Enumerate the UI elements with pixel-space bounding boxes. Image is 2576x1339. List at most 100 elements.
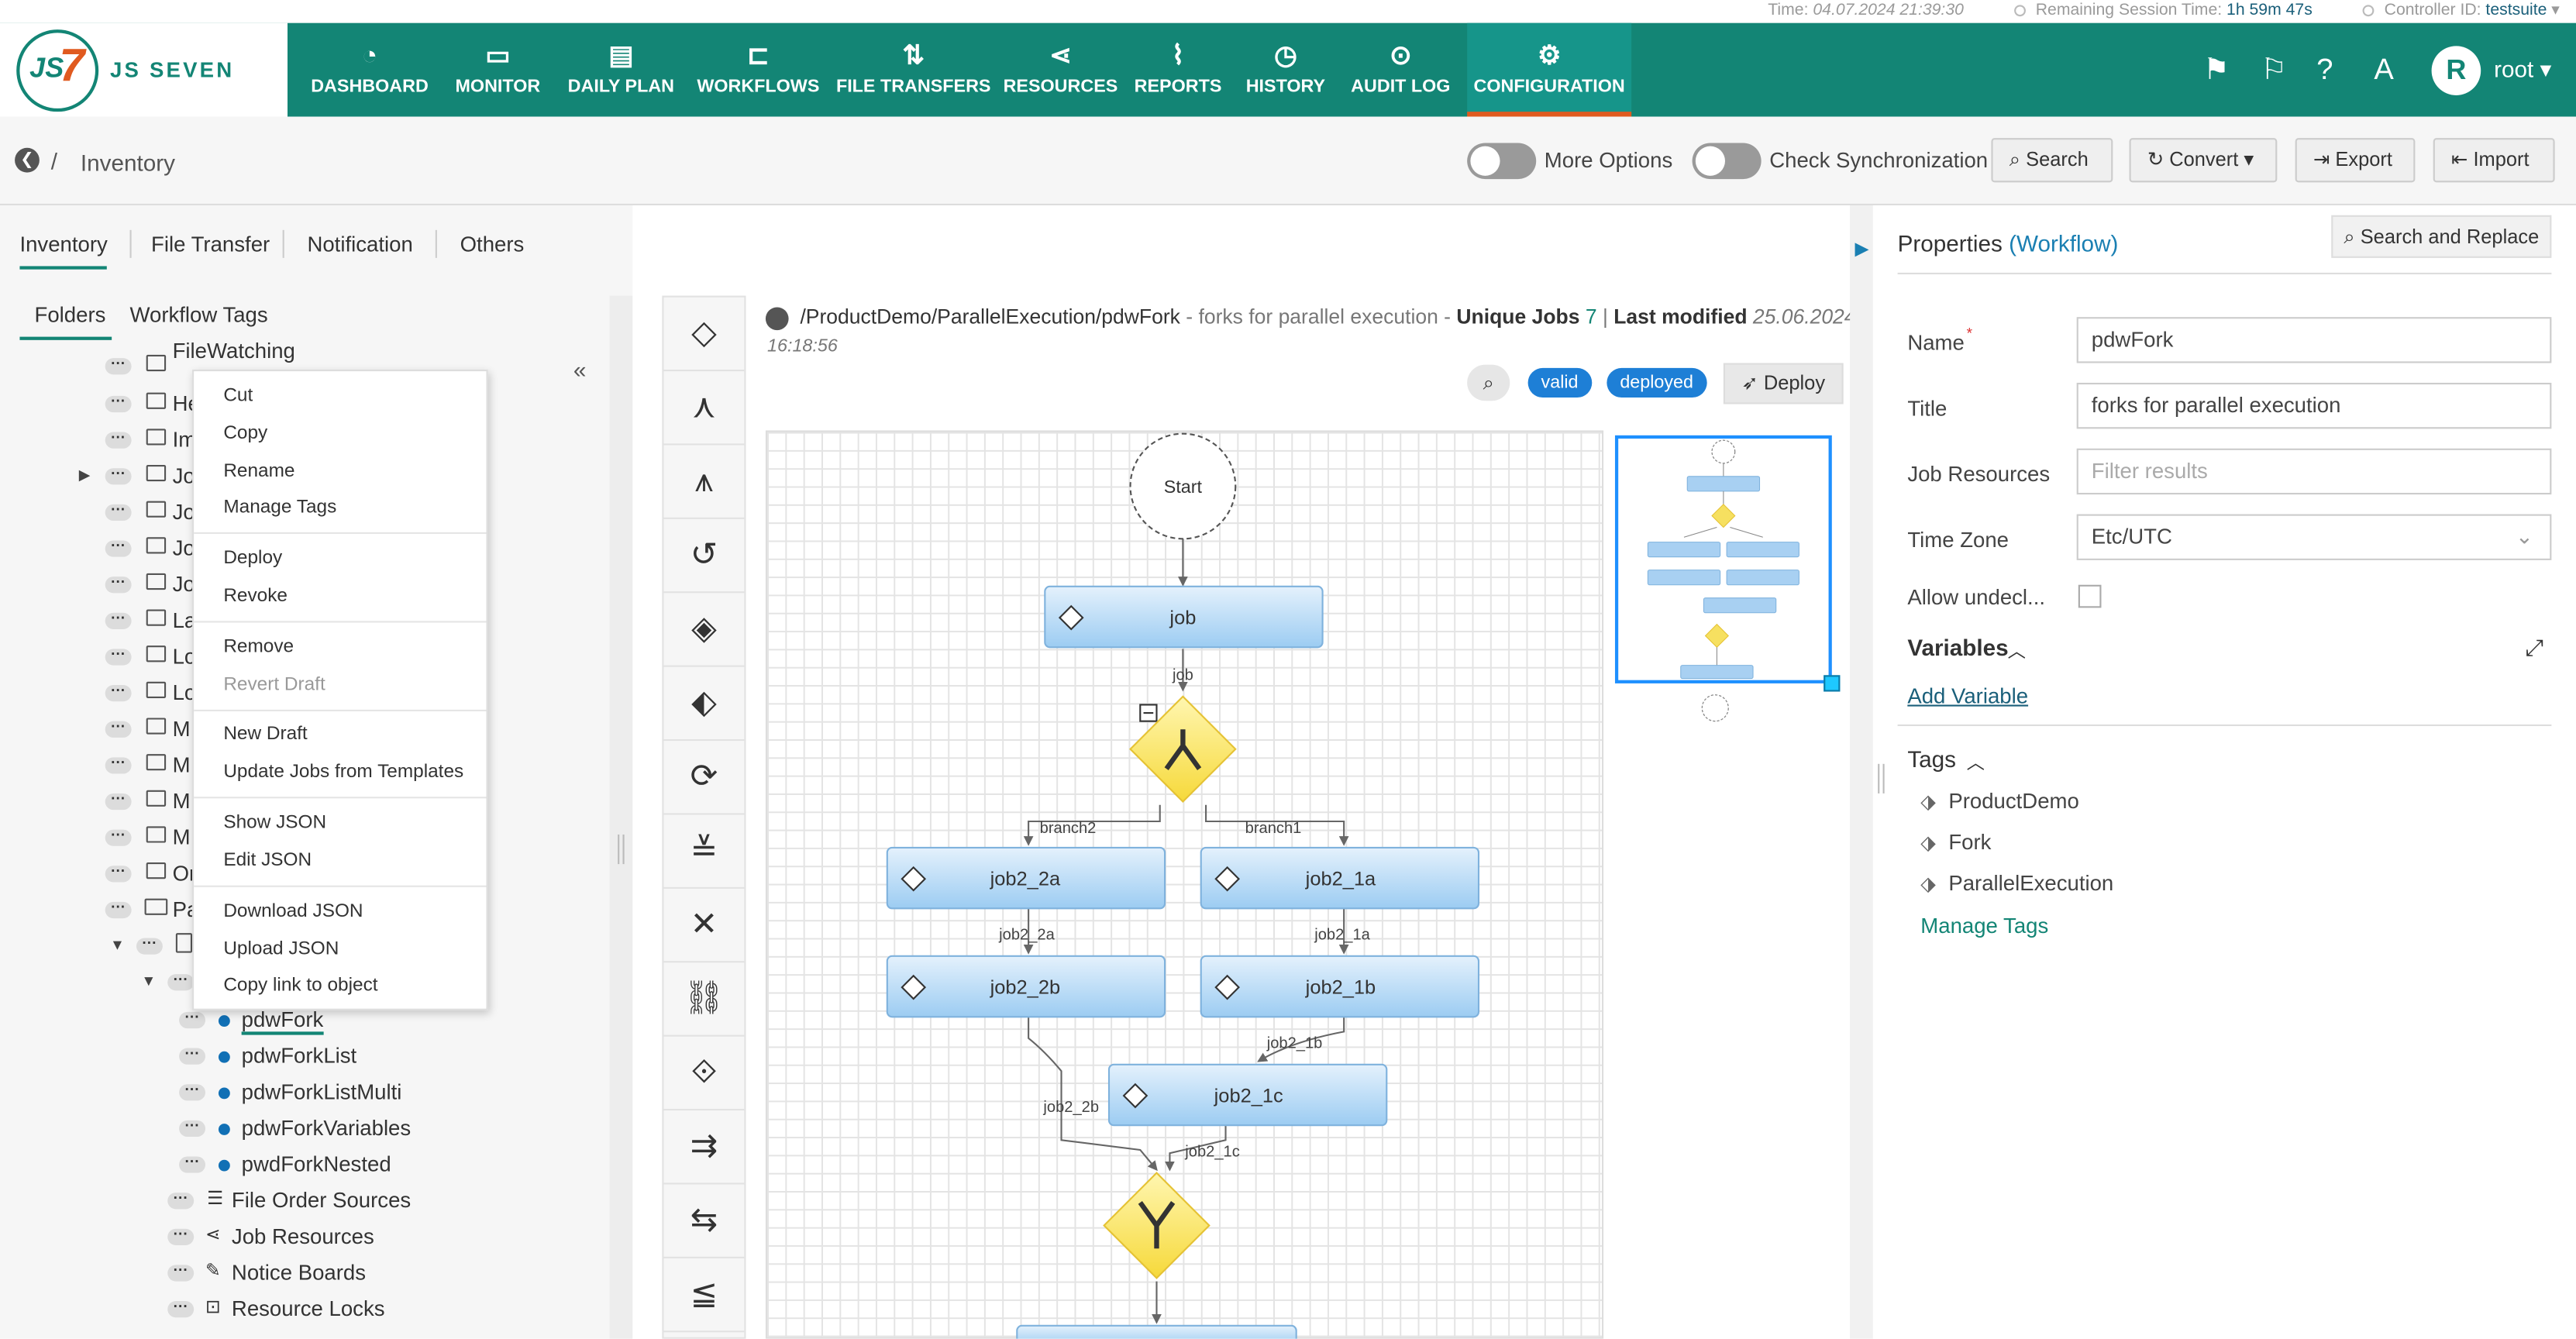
menu-item-new-draft[interactable]: New Draft — [223, 725, 307, 744]
tree-workflow[interactable]: ··· pdwForkList — [0, 1038, 608, 1075]
time-zone-select[interactable]: Etc/UTC ⌄ — [2076, 514, 2552, 560]
tree-group[interactable]: ··· ⋖ Job Resources — [0, 1219, 608, 1255]
more-icon[interactable]: ··· — [105, 394, 132, 413]
more-icon[interactable]: ··· — [105, 611, 132, 629]
more-icon[interactable]: ··· — [167, 972, 195, 991]
export-button[interactable]: ⇥ Export — [2295, 138, 2416, 183]
more-icon[interactable]: ··· — [179, 1154, 205, 1173]
more-icon[interactable]: ··· — [167, 1299, 195, 1318]
menu-item-download-json[interactable]: Download JSON — [223, 902, 363, 921]
menu-item-deploy[interactable]: Deploy — [223, 549, 282, 568]
add-order-instruction-icon[interactable]: ⇆ — [663, 1185, 745, 1258]
nav-audit-log[interactable]: ⊙ AUDIT LOG — [1342, 23, 1459, 117]
retry-instruction-icon[interactable]: ↺ — [663, 519, 745, 594]
menu-item-remove[interactable]: Remove — [223, 638, 294, 657]
nav-dashboard[interactable]: ◔ DASHBOARD — [301, 23, 439, 117]
fail-instruction-icon[interactable]: ✕ — [663, 889, 745, 963]
translate-icon[interactable]: A — [2374, 53, 2393, 88]
more-icon[interactable]: ··· — [105, 718, 132, 738]
editor-back-icon[interactable] — [765, 307, 789, 331]
menu-item-update-jobs[interactable]: Update Jobs from Templates — [223, 762, 463, 782]
sticky-instruction-icon[interactable]: ≦ — [663, 1258, 745, 1333]
allow-undeclared-checkbox[interactable] — [2078, 584, 2102, 608]
finish-instruction-icon[interactable]: ≚ — [663, 815, 745, 889]
nav-history[interactable]: ◷ HISTORY — [1235, 23, 1335, 117]
menu-item-edit-json[interactable]: Edit JSON — [223, 851, 312, 870]
more-icon[interactable]: ··· — [105, 863, 132, 883]
more-icon[interactable]: ··· — [167, 1190, 195, 1210]
tags-header[interactable]: Tags — [1907, 745, 1956, 772]
user-menu[interactable]: root ▾ — [2494, 56, 2551, 84]
tree-group[interactable]: ··· ☰ File Order Sources — [0, 1182, 608, 1219]
deploy-button[interactable]: ➶ Deploy — [1723, 363, 1844, 404]
menu-item-cut[interactable]: Cut — [223, 386, 253, 405]
more-icon[interactable]: ··· — [105, 900, 132, 919]
title-field[interactable]: forks for parallel execution — [2076, 382, 2552, 429]
cycle-instruction-icon[interactable]: ⟳ — [663, 741, 745, 815]
more-icon[interactable]: ··· — [179, 1082, 205, 1101]
more-icon[interactable]: ··· — [105, 466, 132, 485]
nav-resources[interactable]: ⋖ RESOURCES — [999, 23, 1122, 117]
nav-workflows[interactable]: ⊏ WORKFLOWS — [690, 23, 826, 117]
more-icon[interactable]: ··· — [105, 502, 132, 521]
if-instruction-icon[interactable]: ⬖ — [663, 667, 745, 742]
avatar[interactable]: R — [2431, 46, 2481, 95]
help-icon[interactable]: ? — [2316, 53, 2333, 88]
search-replace-button[interactable]: ⌕ Search and Replace — [2331, 215, 2552, 258]
zoom-search-icon[interactable]: ⌕ — [1467, 364, 1510, 401]
job-resources-field[interactable]: Filter results — [2076, 448, 2552, 495]
lock-instruction-icon[interactable]: ⛓ — [663, 962, 745, 1037]
tree-group[interactable]: ··· ⊡ Resource Locks — [0, 1291, 608, 1327]
nav-daily-plan[interactable]: ▤ DAILY PLAN — [559, 23, 684, 117]
caret-right-icon[interactable]: ▶ — [79, 466, 91, 484]
check-sync-toggle[interactable] — [1692, 143, 1762, 180]
nav-monitor[interactable]: ▭ MONITOR — [442, 23, 553, 117]
tree-workflow[interactable]: ··· pwdForkNested — [0, 1147, 608, 1183]
fork-instruction-icon[interactable]: ⋏ — [663, 371, 745, 446]
flag-icon[interactable]: ⚑ — [2203, 53, 2230, 88]
menu-item-copy-link[interactable]: Copy link to object — [223, 976, 377, 995]
more-icon[interactable]: ··· — [105, 791, 132, 811]
more-icon[interactable]: ··· — [136, 935, 163, 955]
chevron-up-icon[interactable]: ︿ — [2008, 638, 2026, 664]
caret-down-icon[interactable]: ▼ — [110, 936, 125, 952]
menu-item-manage-tags[interactable]: Manage Tags — [223, 497, 336, 517]
prompt-instruction-icon[interactable]: ⇉ — [663, 1110, 745, 1185]
name-field[interactable]: pdwFork — [2076, 317, 2552, 363]
manage-tags-link[interactable]: Manage Tags — [1920, 914, 2048, 938]
convert-button[interactable]: ↻ Convert ▾ — [2129, 138, 2278, 183]
more-icon[interactable]: ··· — [105, 429, 132, 449]
menu-item-rename[interactable]: Rename — [223, 462, 294, 481]
menu-item-copy[interactable]: Copy — [223, 424, 267, 443]
more-icon[interactable]: ··· — [167, 1227, 195, 1245]
tree-workflow[interactable]: ··· pdwForkVariables — [0, 1110, 608, 1147]
menu-item-revoke[interactable]: Revoke — [223, 587, 288, 606]
chevron-up-icon[interactable]: ︿ — [1967, 749, 1985, 776]
more-icon[interactable]: ··· — [179, 1118, 205, 1138]
start-node[interactable]: Start — [1164, 477, 1203, 497]
add-variable-link[interactable]: Add Variable — [1907, 683, 2028, 708]
fork-list-instruction-icon[interactable]: ⩚ — [663, 446, 745, 519]
expand-icon[interactable]: ⤢ — [2525, 634, 2543, 662]
job-instruction-icon[interactable]: ◇ — [663, 298, 745, 372]
caret-right-icon[interactable]: ▶ — [1855, 238, 1868, 260]
more-icon[interactable]: ··· — [179, 1010, 205, 1029]
nav-file-transfers[interactable]: ⇅ FILE TRANSFERS — [835, 23, 993, 117]
menu-item-show-json[interactable]: Show JSON — [223, 813, 326, 832]
more-icon[interactable]: ··· — [105, 538, 132, 557]
variables-header[interactable]: Variables — [1907, 634, 2008, 660]
case-instruction-icon[interactable]: ⟐ — [663, 1037, 745, 1111]
next-job-node[interactable] — [1016, 1324, 1297, 1339]
minimap-resize-handle[interactable] — [1824, 675, 1841, 692]
menu-item-upload-json[interactable]: Upload JSON — [223, 940, 339, 959]
more-icon[interactable]: ··· — [105, 683, 132, 702]
logo[interactable]: JS 7 JS SEVEN — [0, 22, 288, 117]
more-icon[interactable]: ··· — [105, 356, 132, 375]
collapse-panel-icon[interactable]: « — [573, 356, 587, 383]
more-options-toggle[interactable] — [1467, 143, 1537, 180]
more-icon[interactable]: ··· — [105, 755, 132, 774]
more-icon[interactable]: ··· — [105, 827, 132, 846]
tree-group[interactable]: ··· ✎ Notice Boards — [0, 1255, 608, 1292]
more-icon[interactable]: ··· — [105, 574, 132, 594]
tree-workflow[interactable]: ··· pdwForkListMulti — [0, 1074, 608, 1110]
